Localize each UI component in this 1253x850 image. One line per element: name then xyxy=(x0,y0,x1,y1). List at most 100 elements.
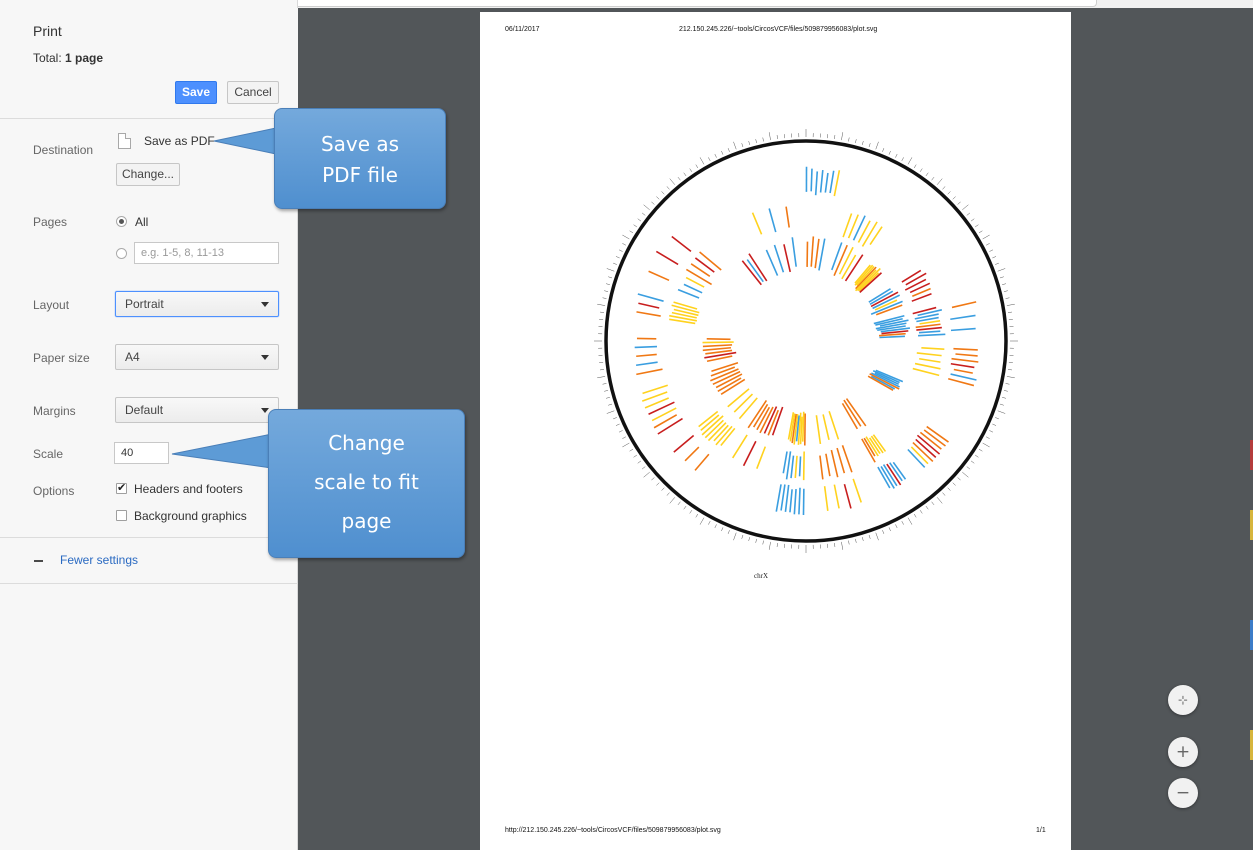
variant-mark xyxy=(829,170,835,194)
axis-tick xyxy=(947,487,951,491)
axis-tick xyxy=(677,176,681,181)
axis-tick xyxy=(966,212,971,216)
pages-all-radio[interactable] xyxy=(116,216,127,227)
variant-mark xyxy=(950,327,976,332)
paper-size-select[interactable]: A4 xyxy=(115,344,279,370)
page-footer-url: http://212.150.245.226/~tools/CircosVCF/… xyxy=(505,827,721,834)
variant-mark xyxy=(819,455,824,480)
axis-tick xyxy=(599,369,605,371)
axis-tick xyxy=(615,256,620,259)
axis-tick xyxy=(1002,283,1007,286)
variant-mark xyxy=(727,388,750,408)
variant-mark xyxy=(636,353,657,358)
variant-mark xyxy=(765,249,779,276)
axis-tick xyxy=(741,534,744,539)
axis-tick xyxy=(1003,390,1008,392)
axis-tick xyxy=(962,204,969,211)
axis-tick xyxy=(982,234,990,240)
pages-range-input[interactable] xyxy=(134,242,279,264)
variant-mark xyxy=(879,335,905,339)
layout-select[interactable]: Portrait xyxy=(115,291,279,317)
variant-mark xyxy=(814,171,819,196)
axis-tick xyxy=(708,521,711,525)
chevron-down-icon xyxy=(261,355,269,360)
page-footer-number: 1/1 xyxy=(1036,827,1046,834)
variant-mark xyxy=(775,484,782,512)
variant-mark xyxy=(852,478,862,503)
axis-tick xyxy=(1003,290,1008,292)
axis-tick xyxy=(1006,303,1015,306)
variant-mark xyxy=(833,484,840,509)
variant-mark xyxy=(951,357,979,363)
variant-mark xyxy=(919,320,941,325)
variant-mark xyxy=(918,330,941,334)
axis-tick xyxy=(768,541,771,550)
axis-tick xyxy=(997,410,1006,414)
axis-tick xyxy=(970,218,975,222)
axis-tick xyxy=(613,417,617,420)
zoom-in-icon[interactable]: + xyxy=(1168,737,1198,767)
axis-tick xyxy=(708,157,711,161)
variant-mark xyxy=(918,333,946,337)
change-destination-button[interactable]: Change... xyxy=(116,163,180,186)
variant-mark xyxy=(785,206,790,228)
variant-mark xyxy=(905,272,927,286)
fewer-settings-link[interactable]: Fewer settings xyxy=(60,553,138,567)
zoom-out-icon[interactable]: − xyxy=(1168,778,1198,808)
headers-footers-label: Headers and footers xyxy=(134,482,243,496)
cancel-button[interactable]: Cancel xyxy=(227,81,279,104)
axis-tick xyxy=(931,501,935,506)
axis-tick xyxy=(629,230,634,234)
callout-line: Save as xyxy=(320,132,400,156)
axis-tick xyxy=(992,256,997,259)
variant-mark xyxy=(909,282,931,294)
variant-mark xyxy=(780,484,786,511)
axis-tick xyxy=(689,168,693,173)
variant-mark xyxy=(748,253,768,282)
axis-tick xyxy=(919,168,923,173)
variant-mark xyxy=(791,237,797,267)
variant-mark xyxy=(790,455,795,479)
variant-mark xyxy=(794,455,798,478)
fit-to-page-icon[interactable]: ⊹ xyxy=(1168,685,1198,715)
axis-tick xyxy=(1005,297,1010,299)
headers-footers-checkbox[interactable] xyxy=(116,481,127,494)
axis-tick xyxy=(925,172,929,177)
axis-tick xyxy=(748,537,751,542)
axis-tick xyxy=(942,492,946,496)
axis-tick xyxy=(974,454,979,458)
axis-tick xyxy=(748,140,751,145)
variant-mark xyxy=(912,367,940,377)
axis-tick xyxy=(907,157,913,165)
variant-mark xyxy=(785,451,792,480)
axis-tick xyxy=(986,243,990,246)
axis-tick xyxy=(656,482,660,486)
variant-mark xyxy=(701,415,724,436)
axis-tick xyxy=(741,143,744,148)
axis-tick xyxy=(957,201,961,205)
axis-tick xyxy=(606,410,615,414)
variant-mark xyxy=(825,453,831,477)
axis-tick xyxy=(727,148,730,152)
variant-mark xyxy=(861,221,878,247)
variant-mark xyxy=(783,244,792,273)
save-button[interactable]: Save xyxy=(175,81,217,104)
axis-tick xyxy=(989,430,994,433)
variant-mark xyxy=(868,288,891,303)
collapse-icon[interactable] xyxy=(34,560,43,562)
axis-tick xyxy=(721,527,724,532)
axis-tick xyxy=(699,517,705,525)
total-prefix: Total: xyxy=(33,51,66,65)
pages-custom-radio[interactable] xyxy=(116,248,127,259)
variant-mark xyxy=(636,368,663,376)
axis-tick xyxy=(936,497,943,504)
variant-mark xyxy=(685,268,713,286)
variant-mark xyxy=(673,301,698,310)
axis-tick xyxy=(848,540,850,545)
variant-mark xyxy=(702,346,732,352)
background-graphics-checkbox[interactable] xyxy=(116,510,127,521)
axis-tick xyxy=(733,532,737,541)
callout-line: page xyxy=(341,509,392,533)
axis-tick xyxy=(651,201,655,205)
axis-tick xyxy=(606,268,615,272)
